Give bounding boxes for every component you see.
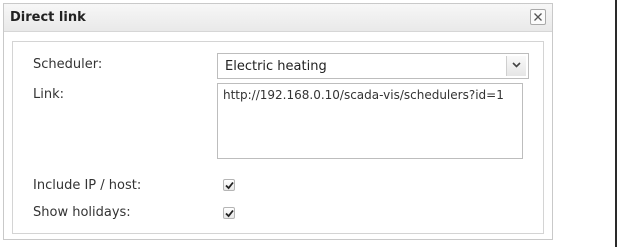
scheduler-dropdown-button[interactable] [506, 56, 526, 76]
page-edge-line [615, 0, 617, 247]
include-ip-label: Include IP / host: [33, 178, 142, 193]
dialog-titlebar[interactable]: Direct link [4, 4, 552, 32]
dialog-content: Scheduler: Electric heating Link: http:/… [12, 41, 544, 234]
chevron-down-icon [512, 62, 521, 68]
checkmark-icon [225, 209, 234, 218]
dialog-title: Direct link [10, 10, 86, 25]
scheduler-selected-value: Electric heating [225, 59, 327, 74]
link-textarea[interactable]: http://192.168.0.10/scada-vis/schedulers… [217, 83, 523, 159]
show-holidays-label: Show holidays: [33, 205, 131, 220]
close-icon [534, 13, 542, 21]
link-label: Link: [33, 87, 65, 102]
direct-link-dialog: Direct link Scheduler: Electric heating … [3, 3, 553, 240]
checkmark-icon [225, 181, 234, 190]
include-ip-checkbox[interactable] [223, 179, 235, 191]
close-button[interactable] [530, 9, 546, 25]
scheduler-label: Scheduler: [33, 57, 103, 72]
show-holidays-checkbox[interactable] [223, 207, 235, 219]
scheduler-select[interactable]: Electric heating [217, 53, 529, 79]
